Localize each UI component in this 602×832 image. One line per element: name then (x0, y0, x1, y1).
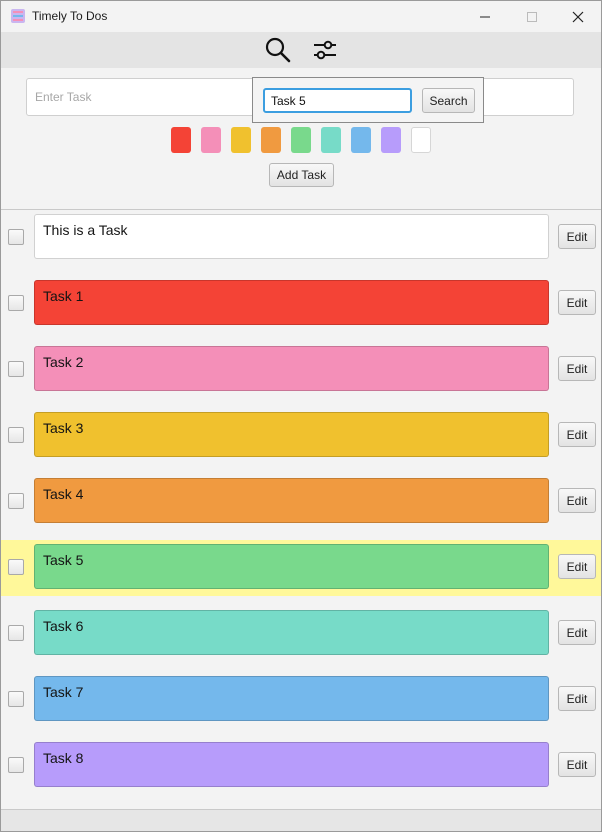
color-swatch[interactable] (291, 127, 311, 153)
search-button[interactable]: Search (422, 88, 475, 113)
edit-button[interactable]: Edit (558, 554, 596, 579)
color-swatch[interactable] (261, 127, 281, 153)
toolbar (1, 32, 601, 68)
color-swatch[interactable] (321, 127, 341, 153)
color-swatch[interactable] (201, 127, 221, 153)
task-checkbox[interactable] (8, 493, 24, 509)
color-swatch[interactable] (381, 127, 401, 153)
search-popup: Search (252, 77, 484, 123)
app-window: Timely To Dos Enter Task Add Task Task 5… (0, 0, 602, 832)
edit-button[interactable]: Edit (558, 290, 596, 315)
app-icon (11, 9, 25, 23)
task-checkbox[interactable] (8, 229, 24, 245)
add-task-button[interactable]: Add Task (269, 163, 334, 187)
task-checkbox[interactable] (8, 625, 24, 641)
task-checkbox[interactable] (8, 559, 24, 575)
task-row: This is a Task Edit (1, 210, 601, 266)
edit-button[interactable]: Edit (558, 356, 596, 381)
task-row: Task 1 Edit (1, 276, 601, 332)
edit-button[interactable]: Edit (558, 752, 596, 777)
task-checkbox[interactable] (8, 295, 24, 311)
close-icon (572, 11, 584, 23)
task-text[interactable]: Task 8 (34, 742, 549, 787)
edit-button[interactable]: Edit (558, 488, 596, 513)
task-text[interactable]: Task 6 (34, 610, 549, 655)
color-swatch[interactable] (171, 127, 191, 153)
task-text[interactable]: Task 4 (34, 478, 549, 523)
status-bar (1, 809, 601, 831)
title-bar: Timely To Dos (1, 1, 601, 32)
close-button[interactable] (555, 1, 601, 32)
color-swatch[interactable] (351, 127, 371, 153)
task-row: Task 4 Edit (1, 474, 601, 530)
sliders-icon (314, 40, 336, 60)
color-swatch[interactable] (411, 127, 431, 153)
minimize-icon (480, 16, 490, 18)
task-checkbox[interactable] (8, 361, 24, 377)
search-icon (265, 37, 291, 63)
task-text[interactable]: Task 5 (34, 544, 549, 589)
task-text[interactable]: This is a Task (34, 214, 549, 259)
minimize-button[interactable] (462, 1, 508, 32)
color-swatch[interactable] (231, 127, 251, 153)
task-row: Task 6 Edit (1, 606, 601, 662)
task-text[interactable]: Task 3 (34, 412, 549, 457)
task-list: This is a Task Edit Task 1 Edit Task 2 E… (1, 210, 601, 808)
task-checkbox[interactable] (8, 691, 24, 707)
edit-button[interactable]: Edit (558, 422, 596, 447)
task-row: Task 2 Edit (1, 342, 601, 398)
task-row: Task 7 Edit (1, 672, 601, 728)
maximize-icon (527, 12, 537, 22)
search-toggle-button[interactable] (264, 36, 292, 64)
edit-button[interactable]: Edit (558, 224, 596, 249)
edit-button[interactable]: Edit (558, 686, 596, 711)
filter-button[interactable] (311, 36, 339, 64)
maximize-button[interactable] (509, 1, 555, 32)
edit-button[interactable]: Edit (558, 620, 596, 645)
task-text[interactable]: Task 2 (34, 346, 549, 391)
task-checkbox[interactable] (8, 427, 24, 443)
task-text[interactable]: Task 7 (34, 676, 549, 721)
task-row: Task 5 Edit (1, 540, 601, 596)
task-checkbox[interactable] (8, 757, 24, 773)
task-text[interactable]: Task 1 (34, 280, 549, 325)
task-row: Task 8 Edit (1, 738, 601, 794)
window-title: Timely To Dos (32, 9, 108, 23)
search-input[interactable] (263, 88, 412, 113)
task-row: Task 3 Edit (1, 408, 601, 464)
